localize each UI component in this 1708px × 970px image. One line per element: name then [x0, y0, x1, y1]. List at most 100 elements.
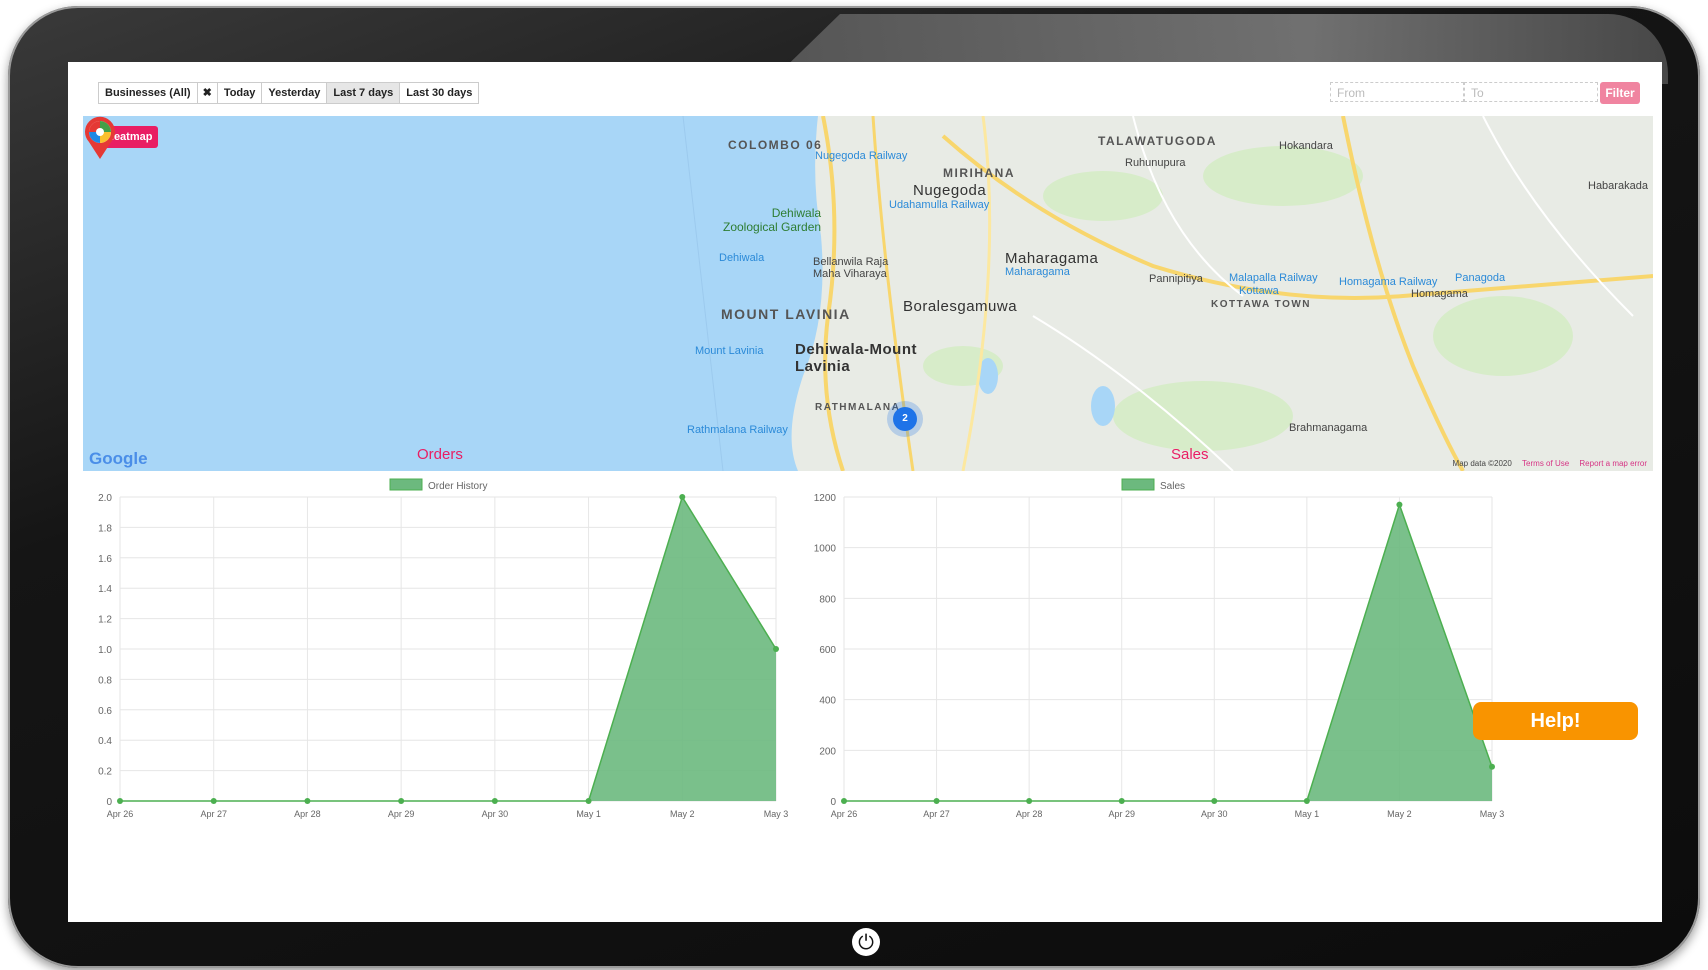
y-tick-label: 0 [106, 797, 112, 808]
map-label: Kottawa [1239, 285, 1279, 297]
data-point [1026, 798, 1033, 804]
x-tick-label: Apr 30 [482, 809, 509, 819]
map-label: Homagama [1411, 288, 1468, 300]
map-label: Pannipitiya [1149, 273, 1203, 285]
y-tick-label: 0 [830, 797, 836, 808]
legend-label: Order History [428, 481, 487, 492]
x-tick-label: Apr 28 [294, 809, 321, 819]
range-yesterday-button[interactable]: Yesterday [261, 82, 328, 104]
map-label: Udahamulla Railway [889, 199, 990, 211]
map-label: Rathmalana Railway [687, 424, 788, 436]
y-tick-label: 200 [819, 746, 836, 757]
data-point [117, 798, 123, 804]
x-tick-label: Apr 26 [107, 809, 134, 819]
data-point [304, 798, 311, 804]
x-tick-label: May 3 [764, 809, 789, 819]
data-point [1211, 798, 1218, 804]
y-tick-label: 1.0 [98, 645, 112, 656]
map-label: Habarakada [1588, 180, 1648, 192]
data-point [841, 798, 847, 804]
x-tick-label: May 2 [670, 809, 695, 819]
map-label: RATHMALANA [815, 402, 901, 413]
x-tick-label: Apr 29 [1108, 809, 1135, 819]
data-point [773, 646, 779, 652]
y-tick-label: 1.2 [98, 615, 112, 626]
y-tick-label: 1.6 [98, 554, 112, 565]
y-tick-label: 600 [819, 645, 836, 656]
map-label: COLOMBO 06 [728, 138, 823, 152]
legend-swatch [1121, 478, 1155, 491]
y-tick-label: 2.0 [98, 493, 112, 504]
data-point [585, 798, 592, 804]
x-tick-label: May 2 [1387, 809, 1412, 819]
map-data-label: Map data ©2020 [1452, 459, 1512, 468]
x-tick-label: Apr 30 [1201, 809, 1228, 819]
map-label: Panagoda [1455, 272, 1506, 284]
help-button[interactable]: Help! [1473, 702, 1638, 740]
legend-swatch [389, 478, 423, 491]
data-point [491, 798, 498, 804]
map-label: Maharagama [1005, 266, 1070, 278]
power-button-icon[interactable]: ⏻ [852, 928, 880, 956]
map-label: Brahmanagama [1289, 422, 1368, 434]
x-tick-label: Apr 27 [200, 809, 227, 819]
range-last-7-days-button[interactable]: Last 7 days [326, 82, 401, 104]
from-date-input[interactable]: From [1330, 82, 1464, 102]
google-logo: Google [89, 449, 148, 468]
y-tick-label: 400 [819, 696, 836, 707]
map-label: Nugegoda [913, 182, 987, 199]
to-date-input[interactable]: To [1464, 82, 1598, 102]
location-pin-icon[interactable] [83, 116, 117, 160]
report-map-error-link[interactable]: Report a map error [1579, 459, 1647, 468]
x-tick-label: Apr 26 [831, 809, 858, 819]
clear-business-icon[interactable]: ✖ [196, 82, 218, 104]
filter-button[interactable]: Filter [1600, 82, 1640, 104]
y-tick-label: 0.4 [98, 736, 112, 747]
data-point [1396, 501, 1403, 508]
map-label: MOUNT LAVINIA [721, 306, 851, 322]
range-last-30-days-button[interactable]: Last 30 days [399, 82, 480, 104]
y-tick-label: 1000 [814, 544, 837, 555]
terms-of-use-link[interactable]: Terms of Use [1522, 459, 1569, 468]
map-label: Boralesgamuwa [903, 298, 1018, 315]
map-label: Nugegoda Railway [815, 150, 908, 162]
series-area [844, 504, 1492, 801]
map-label: MIRIHANA [943, 166, 1015, 180]
x-tick-label: Apr 28 [1016, 809, 1043, 819]
map-view[interactable]: Heatmap COLOMBO 06 Nugegoda Railway MIRI… [83, 116, 1653, 471]
map-label: Maharagama [1005, 250, 1099, 267]
map-label: Dehiwala Zoological Garden [723, 206, 822, 234]
y-tick-label: 800 [819, 594, 836, 605]
sales-chart: Sales 1200 1000 800 600 400 200 0Apr 26 Apr 27 Ap… [814, 478, 1505, 819]
map-label: Dehiwala-Mount Lavinia [795, 341, 917, 375]
businesses-filter-button[interactable]: Businesses (All) [98, 82, 198, 104]
x-tick-label: Apr 27 [923, 809, 950, 819]
map-label: Dehiwala [719, 252, 765, 264]
x-tick-label: May 3 [1480, 809, 1505, 819]
dashboard-screen: Businesses (All) ✖ Today Yesterday Last … [68, 62, 1662, 922]
map-label: Malapalla Railway [1229, 272, 1318, 284]
range-today-button[interactable]: Today [216, 82, 263, 104]
data-point [398, 798, 405, 804]
map-label: Hokandara [1279, 140, 1333, 152]
data-point [1489, 763, 1495, 770]
map-label: Ruhunupura [1125, 157, 1186, 169]
data-point [933, 798, 940, 804]
map-attribution: Map data ©2020 Terms of Use Report a map… [1453, 459, 1647, 468]
x-tick-label: May 1 [1295, 809, 1320, 819]
x-tick-label: May 1 [576, 809, 601, 819]
legend-label: Sales [1160, 481, 1185, 492]
map-label: Homagama Railway [1339, 276, 1438, 288]
data-point [679, 494, 686, 500]
map-label: TALAWATUGODA [1098, 134, 1217, 148]
x-tick-label: Apr 29 [388, 809, 415, 819]
y-tick-label: 0.8 [98, 675, 112, 686]
map-label: Bellanwila Raja Maha Viharaya [813, 256, 889, 280]
y-tick-label: 1200 [814, 493, 837, 504]
data-point [1303, 798, 1310, 804]
map-label: KOTTAWA TOWN [1211, 299, 1312, 310]
y-tick-label: 0.2 [98, 767, 112, 778]
marker-cluster[interactable]: 2 [893, 407, 917, 431]
date-range-toolbar: Businesses (All) ✖ Today Yesterday Last … [98, 82, 480, 104]
sales-chart-title: Sales [1171, 446, 1209, 463]
